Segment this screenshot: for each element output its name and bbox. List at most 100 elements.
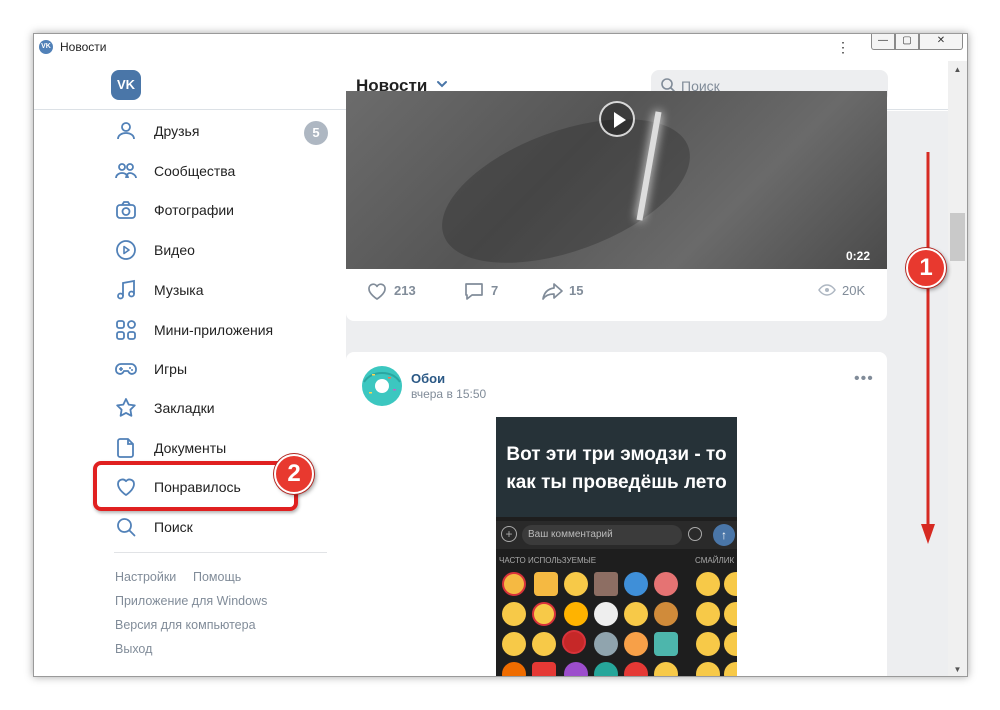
apps-grid-icon — [114, 318, 138, 342]
sidebar-item-label: Видео — [154, 242, 195, 258]
image-section-smileys: СМАЙЛИК — [695, 556, 735, 565]
heart-icon — [368, 283, 386, 300]
statue-emoji-icon — [654, 632, 678, 656]
scroll-thumb[interactable] — [950, 213, 965, 261]
rofl-emoji-icon — [532, 602, 556, 626]
plus-icon: + — [501, 526, 517, 542]
image-caption: Вот эти три эмодзи - то как ты проведёшь… — [496, 441, 737, 497]
image-header: Вот эти три эмодзи - то как ты проведёшь… — [496, 417, 737, 517]
face-emoji-icon — [594, 602, 618, 626]
comment-button[interactable]: 7 — [463, 281, 513, 300]
crane-emoji-icon — [594, 572, 618, 596]
sun-emoji-icon — [564, 602, 588, 626]
hearts-face-emoji-icon — [624, 632, 648, 656]
purple-heart-emoji-icon — [564, 662, 588, 676]
play-icon[interactable] — [599, 101, 635, 137]
pleading-emoji-icon — [532, 632, 556, 656]
sidebar-item-video[interactable]: Видео — [114, 234, 334, 264]
app-window: VK Новости ⋮ — ▢ ✕ VK Новости Друзья 5 С… — [33, 33, 968, 677]
close-button[interactable]: ✕ — [919, 34, 963, 50]
maximize-button[interactable]: ▢ — [895, 34, 919, 50]
video-player[interactable]: 0:22 — [346, 91, 887, 269]
sidebar-item-friends[interactable]: Друзья 5 — [114, 115, 334, 145]
gamepad-icon — [114, 357, 138, 381]
image-caption-line-1: Вот эти три эмодзи - то — [506, 444, 727, 465]
post-actions: 213 7 15 20K — [346, 269, 887, 311]
chevron-down-icon[interactable] — [436, 78, 448, 90]
vk-logo[interactable]: VK — [111, 70, 141, 100]
share-button[interactable]: 15 — [541, 281, 601, 300]
minimize-button[interactable]: — — [871, 34, 895, 50]
smiley-emoji-icon — [724, 572, 737, 596]
sidebar-item-bookmarks[interactable]: Закладки — [114, 392, 334, 422]
logout-link[interactable]: Выход — [115, 642, 152, 656]
island-emoji-icon — [594, 662, 618, 676]
sidebar-item-games[interactable]: Игры — [114, 353, 334, 383]
image-comment-bar: + Ваш комментарий ↑ — [496, 521, 737, 549]
sidebar-item-search[interactable]: Поиск — [114, 511, 334, 541]
title-bar: VK Новости ⋮ — ▢ ✕ — [34, 34, 967, 61]
smiley-emoji-icon — [696, 632, 720, 656]
scream-emoji-icon — [654, 662, 678, 676]
image-section-frequent: ЧАСТО ИСПОЛЬЗУЕМЫЕ — [499, 556, 597, 565]
more-options-icon[interactable]: ••• — [854, 370, 874, 388]
share-icon — [542, 283, 563, 300]
smile-icon — [688, 527, 702, 541]
sidebar-item-music[interactable]: Музыка — [114, 274, 334, 304]
sidebar-item-photos[interactable]: Фотографии — [114, 194, 334, 224]
step-marker-2: 2 — [274, 454, 314, 494]
sidebar-divider — [114, 552, 327, 553]
wave-emoji-icon — [624, 572, 648, 596]
play-circle-icon — [114, 238, 138, 262]
video-frame-shadow — [423, 91, 709, 269]
smiley-emoji-icon — [696, 602, 720, 626]
red-heart-emoji-icon — [624, 662, 648, 676]
sidebar-item-label: Музыка — [154, 282, 204, 298]
windows-app-link[interactable]: Приложение для Windows — [115, 594, 267, 608]
post-time[interactable]: вчера в 15:50 — [411, 387, 486, 401]
users-icon — [114, 159, 138, 183]
scroll-up-arrow-icon[interactable]: ▲ — [948, 61, 967, 79]
star-icon — [114, 396, 138, 420]
share-count: 15 — [569, 283, 584, 298]
vk-small-logo-icon: VK — [39, 40, 53, 54]
smiley-emoji-icon — [502, 602, 526, 626]
ring-emoji-icon — [594, 632, 618, 656]
friends-count-badge: 5 — [304, 121, 328, 145]
video-duration: 0:22 — [846, 249, 871, 263]
camera-icon — [114, 198, 138, 222]
sidebar-item-label: Друзья — [154, 123, 200, 139]
beach-umbrella-emoji-icon — [654, 572, 678, 596]
highlight-box — [93, 461, 298, 511]
sidebar-item-mini-apps[interactable]: Мини-приложения — [114, 314, 334, 344]
sidebar-item-communities[interactable]: Сообщества — [114, 155, 334, 185]
comment-icon — [465, 283, 483, 300]
kebab-menu-icon[interactable]: ⋮ — [834, 38, 852, 56]
popcorn-emoji-icon — [532, 662, 556, 676]
fire-emoji-icon — [502, 662, 526, 676]
scroll-down-arrow-icon[interactable]: ▼ — [948, 661, 967, 676]
post-image[interactable]: Вот эти три эмодзи - то как ты проведёшь… — [496, 417, 737, 676]
sidebar: Друзья 5 Сообщества Фотографии Видео Муз… — [34, 111, 344, 676]
like-count: 213 — [394, 283, 416, 298]
sidebar-item-label: Мини-приложения — [154, 322, 274, 338]
avatar[interactable] — [360, 364, 404, 408]
smiley-emoji-icon — [724, 662, 737, 676]
settings-link[interactable]: Настройки — [115, 570, 176, 584]
like-button[interactable]: 213 — [366, 281, 426, 300]
crying-emoji-icon — [564, 572, 588, 596]
smiley-emoji-icon — [724, 602, 737, 626]
desktop-version-link[interactable]: Версия для компьютера — [115, 618, 256, 632]
vertical-scrollbar[interactable]: ▲ ▼ — [948, 61, 967, 676]
document-icon — [114, 436, 138, 460]
smiley-emoji-icon — [696, 662, 720, 676]
hand-emoji-icon — [534, 572, 558, 596]
post-author[interactable]: Обои — [411, 371, 445, 386]
help-link[interactable]: Помощь — [193, 570, 241, 584]
smiley-emoji-icon — [696, 572, 720, 596]
comment-count: 7 — [491, 283, 499, 298]
image-caption-line-2: как ты проведёшь лето — [506, 472, 727, 493]
grin-emoji-icon — [624, 602, 648, 626]
search-icon — [114, 515, 138, 539]
hibiscus-emoji-icon — [562, 630, 586, 654]
